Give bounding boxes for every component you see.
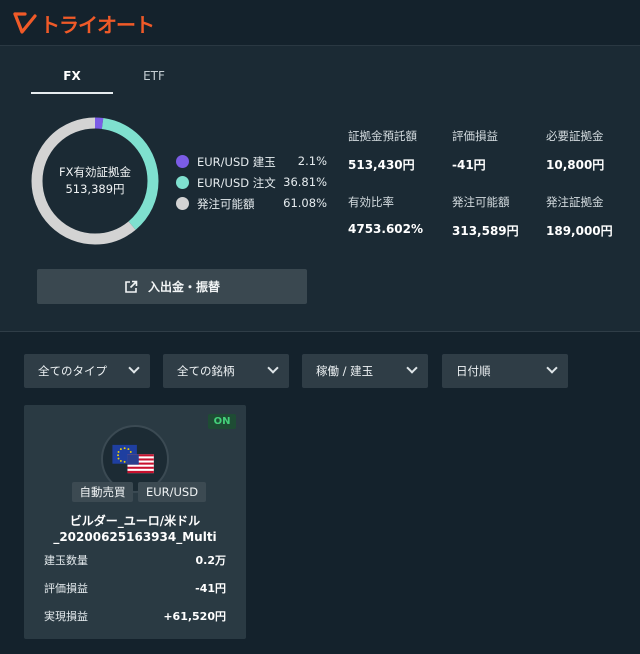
type-filter-dropdown[interactable]: 全てのタイプ (24, 354, 150, 388)
external-link-icon (125, 280, 138, 293)
stat-label: 発注証拠金 (546, 195, 604, 209)
donut-legend: EUR/USD 建玉 2.1% EUR/USD 注文 36.81% 発注可能額 … (176, 152, 336, 215)
sort-dropdown[interactable]: 日付順 (442, 354, 568, 388)
stat-order-margin: 発注証拠金 189,000円 (546, 194, 640, 239)
pair-tag: EUR/USD (138, 482, 206, 502)
logo[interactable]: トライオート (12, 6, 155, 40)
symbol-filter-dropdown[interactable]: 全ての銘柄 (163, 354, 289, 388)
stat-value: 189,000円 (546, 224, 613, 238)
donut-center-value: 513,389円 (65, 182, 125, 196)
auto-trade-tag: 自動売買 (72, 482, 133, 502)
row-value: 0.2万 (195, 554, 227, 567)
legend-item: EUR/USD 注文 36.81% (176, 173, 336, 194)
stat-label: 発注可能額 (452, 195, 510, 209)
stat-value: 313,589円 (452, 224, 519, 238)
summary-panel: FX ETF FX有効証拠金 513,389円 EUR/USD 建玉 2.1% … (0, 46, 640, 332)
legend-dot (176, 176, 189, 189)
stat-value: -41円 (452, 158, 486, 172)
chevron-down-icon (267, 362, 279, 374)
unrealized-pl-row: 評価損益 -41円 (44, 580, 226, 598)
symbol-filter-label: 全ての銘柄 (177, 364, 235, 378)
donut-center-label: FX有効証拠金 513,389円 (30, 164, 160, 198)
tab-etf[interactable]: ETF (113, 60, 195, 94)
chevron-down-icon (546, 362, 558, 374)
legend-name: EUR/USD 注文 (197, 176, 276, 190)
sort-label: 日付順 (456, 364, 491, 378)
stat-value: 4753.602% (348, 222, 424, 236)
legend-name: 発注可能額 (197, 197, 255, 211)
stat-unrealized-pl: 評価損益 -41円 (452, 128, 552, 173)
legend-dot (176, 197, 189, 210)
chevron-down-icon (406, 362, 418, 374)
status-filter-label: 稼働 / 建玉 (316, 364, 374, 378)
stat-label: 証拠金預託額 (348, 129, 417, 143)
stat-available-amount: 発注可能額 313,589円 (452, 194, 552, 239)
stat-value: 513,430円 (348, 158, 415, 172)
stat-label: 有効比率 (348, 195, 394, 209)
deposit-transfer-button[interactable]: 入出金・振替 (37, 269, 307, 304)
realized-pl-row: 実現損益 +61,520円 (44, 608, 226, 626)
strategy-title-line1: ビルダー_ユーロ/米ドル (69, 514, 201, 528)
legend-dot (176, 155, 189, 168)
type-filter-label: 全てのタイプ (38, 364, 107, 378)
legend-percent: 36.81% (283, 175, 327, 189)
logo-mark-icon (13, 12, 37, 34)
row-value: -41円 (195, 582, 226, 595)
legend-item: EUR/USD 建玉 2.1% (176, 152, 336, 173)
stat-value: 10,800円 (546, 158, 605, 172)
top-bar: トライオート (0, 0, 640, 46)
position-quantity-row: 建玉数量 0.2万 (44, 552, 226, 570)
stat-label: 必要証拠金 (546, 129, 604, 143)
stat-label: 評価損益 (452, 129, 498, 143)
row-key: 実現損益 (44, 610, 88, 623)
row-value: +61,520円 (163, 610, 226, 623)
tab-fx[interactable]: FX (31, 60, 113, 94)
status-filter-dropdown[interactable]: 稼働 / 建玉 (302, 354, 428, 388)
legend-percent: 61.08% (283, 196, 327, 210)
legend-item: 発注可能額 61.08% (176, 194, 336, 215)
row-key: 評価損益 (44, 582, 88, 595)
legend-percent: 2.1% (297, 154, 327, 168)
row-key: 建玉数量 (44, 554, 88, 567)
donut-center-title: FX有効証拠金 (59, 165, 131, 179)
stat-effective-ratio: 有効比率 4753.602% (348, 194, 448, 236)
deposit-transfer-label: 入出金・振替 (147, 280, 220, 294)
logo-text: トライオート (40, 12, 155, 37)
status-badge: ON (208, 414, 236, 429)
strategy-title-line2: _20200625163934_Multi (53, 530, 217, 544)
legend-name: EUR/USD 建玉 (197, 155, 276, 169)
stat-deposit: 証拠金預託額 513,430円 (348, 128, 448, 173)
chevron-down-icon (128, 362, 140, 374)
stat-required-margin: 必要証拠金 10,800円 (546, 128, 640, 173)
